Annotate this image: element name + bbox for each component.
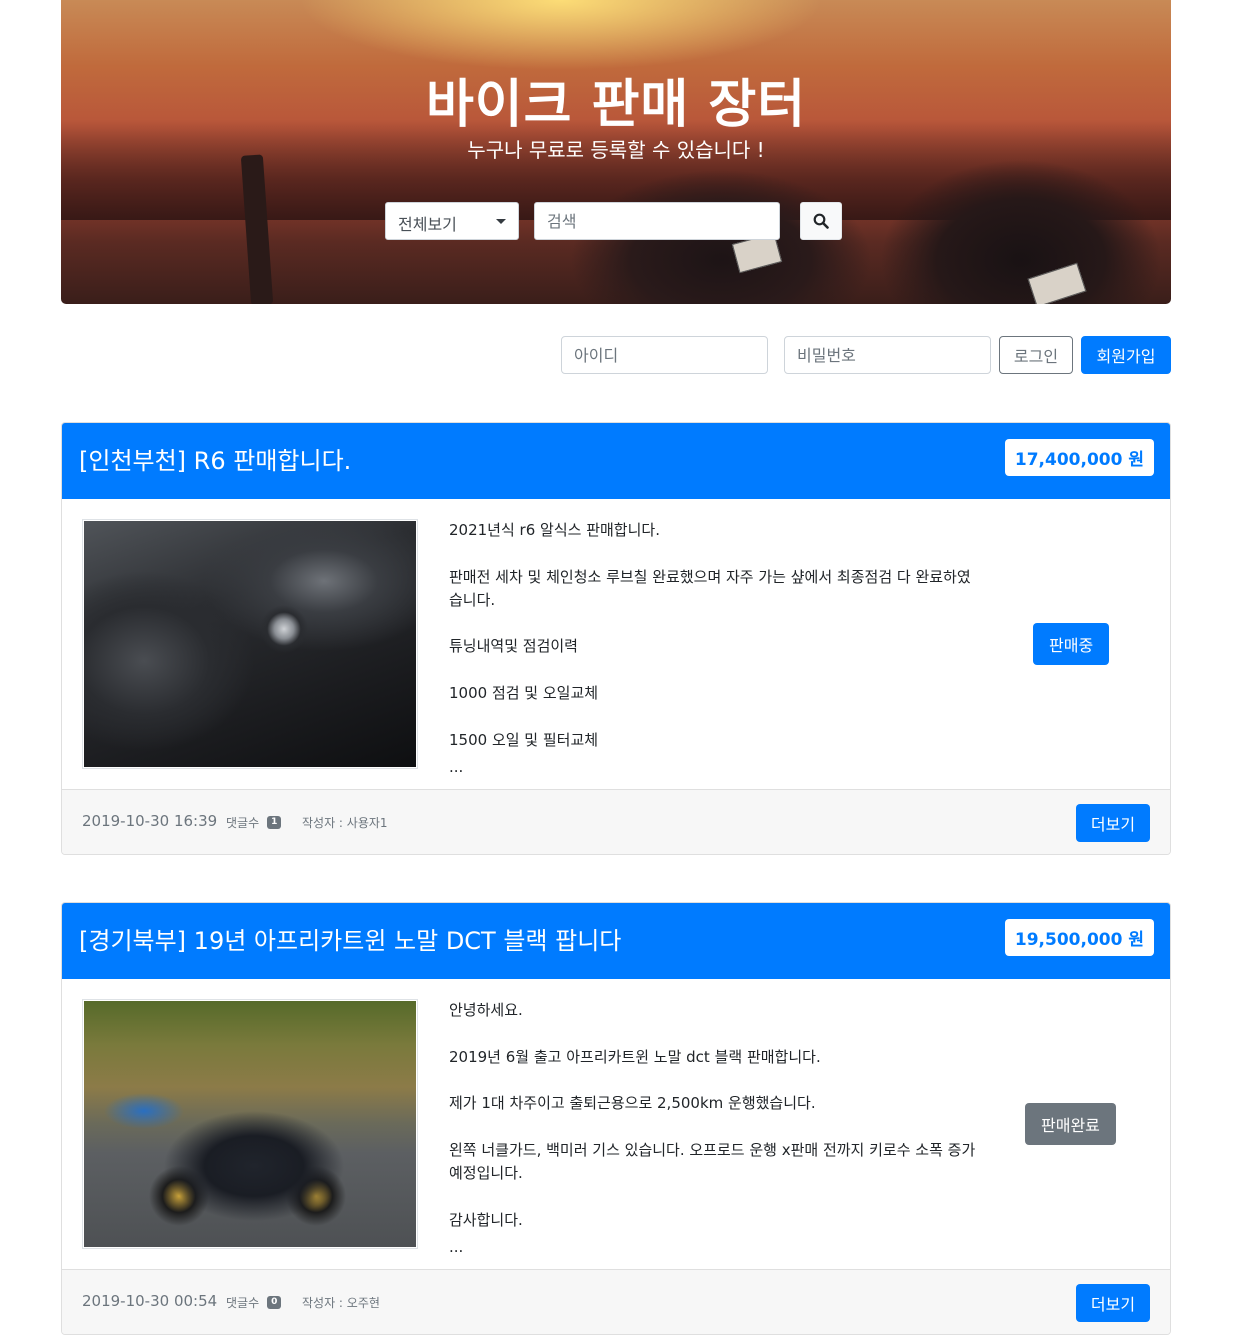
post-thumbnail[interactable] [82, 999, 418, 1249]
post-card: [경기북부] 19년 아프리카트윈 노말 DCT 블랙 팝니다 19,500,0… [61, 902, 1171, 1335]
price-badge: 17,400,000 원 [1004, 439, 1154, 476]
post-thumbnail[interactable] [82, 519, 418, 769]
post-author: 작성자 : 오주현 [302, 1296, 380, 1310]
post-date: 2019-10-30 00:54 [82, 1292, 218, 1310]
post-author: 작성자 : 사용자1 [302, 816, 388, 830]
hero-background-bike-right [861, 140, 1161, 304]
description-ellipsis: ... [449, 1237, 464, 1256]
description-line: 1000 점검 및 오일교체 [449, 684, 599, 703]
more-button[interactable]: 더보기 [1076, 804, 1150, 842]
login-button[interactable]: 로그인 [999, 336, 1073, 374]
more-button[interactable]: 더보기 [1076, 1284, 1150, 1322]
search-input[interactable] [534, 202, 780, 240]
category-select-value: 전체보기 [398, 215, 457, 234]
post-image [84, 521, 416, 767]
post-footer: 2019-10-30 16:39 댓글수 1 작성자 : 사용자1 더보기 [62, 789, 1170, 854]
hero-banner: 바이크 판매 장터 누구나 무료로 등록할 수 있습니다 ! 전체보기 [61, 0, 1171, 304]
comment-label: 댓글수 [226, 816, 260, 830]
post-image [84, 1001, 416, 1247]
status-button[interactable]: 판매완료 [1025, 1103, 1116, 1145]
search-button[interactable] [800, 202, 842, 240]
post-date: 2019-10-30 16:39 [82, 812, 218, 830]
description-line: 2021년식 r6 알식스 판매합니다. [449, 521, 660, 539]
post-header: [경기북부] 19년 아프리카트윈 노말 DCT 블랙 팝니다 19,500,0… [62, 903, 1170, 979]
post-description: 안녕하세요. 2019년 6월 출고 아프리카트윈 노말 dct 블랙 판매합니… [449, 999, 979, 1254]
description-line: 튜닝내역및 점검이력 [449, 637, 578, 656]
comment-badge: 0 [267, 1296, 282, 1309]
post-body: 안녕하세요. 2019년 6월 출고 아프리카트윈 노말 dct 블랙 판매합니… [62, 979, 1170, 1269]
id-field[interactable] [561, 336, 768, 374]
post-header: [인천부천] R6 판매합니다. 17,400,000 원 [62, 423, 1170, 499]
post-title[interactable]: [경기북부] 19년 아프리카트윈 노말 DCT 블랙 팝니다 [79, 921, 621, 956]
page-subtitle: 누구나 무료로 등록할 수 있습니다 ! [467, 138, 765, 162]
post-body: 2021년식 r6 알식스 판매합니다. 판매전 세차 및 체인청소 루브칠 완… [62, 499, 1170, 789]
status-button[interactable]: 판매중 [1033, 623, 1110, 665]
description-line: 안녕하세요. [449, 1001, 523, 1019]
comment-count: 댓글수 0 [226, 1294, 282, 1311]
description-line: 제가 1대 차주이고 출퇴근용으로 2,500km 운행했습니다. [449, 1094, 816, 1113]
password-field[interactable] [784, 336, 991, 374]
category-select[interactable]: 전체보기 [385, 202, 519, 240]
description-line: 감사합니다. [449, 1210, 523, 1229]
search-icon [813, 213, 829, 229]
page-title: 바이크 판매 장터 [425, 75, 807, 135]
description-line: 1500 오일 및 필터교체 [449, 730, 599, 749]
post-title[interactable]: [인천부천] R6 판매합니다. [79, 441, 351, 476]
comment-count: 댓글수 1 [226, 814, 282, 831]
post-card: [인천부천] R6 판매합니다. 17,400,000 원 2021년식 r6 … [61, 422, 1171, 855]
description-line: 판매전 세차 및 체인청소 루브칠 완료했으며 자주 가는 샾에서 최종점검 다… [449, 567, 971, 609]
caret-down-icon [496, 219, 506, 224]
description-line: 왼쪽 너클가드, 백미러 기스 있습니다. 오프로드 운행 x판매 전까지 키로… [449, 1140, 976, 1183]
description-line: 2019년 6월 출고 아프리카트윈 노말 dct 블랙 판매합니다. [449, 1047, 821, 1066]
post-footer: 2019-10-30 00:54 댓글수 0 작성자 : 오주현 더보기 [62, 1269, 1170, 1334]
description-ellipsis: ... [449, 757, 464, 776]
comment-label: 댓글수 [226, 1296, 260, 1310]
price-badge: 19,500,000 원 [1004, 919, 1154, 956]
comment-badge: 1 [267, 816, 282, 829]
join-button[interactable]: 회원가입 [1081, 336, 1171, 374]
post-description: 2021년식 r6 알식스 판매합니다. 판매전 세차 및 체인청소 루브칠 완… [449, 519, 979, 774]
